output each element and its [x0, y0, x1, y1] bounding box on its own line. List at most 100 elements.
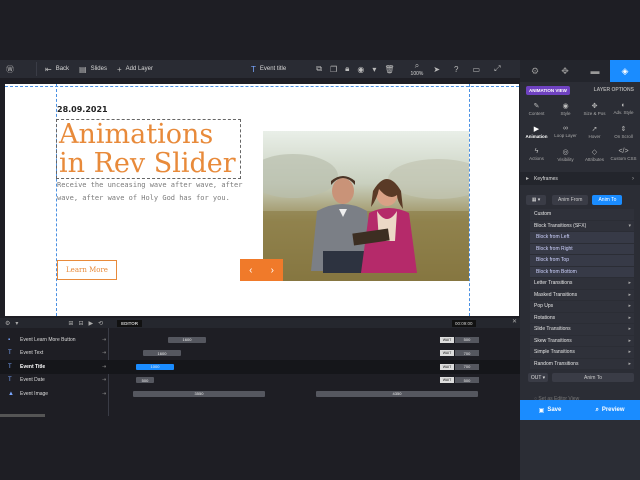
desktop-view-icon[interactable]: ▭ [473, 65, 485, 74]
list-item[interactable]: Custom [530, 209, 634, 221]
timeline-row[interactable]: T Event Date ⇥ 500 WAIT 500 [0, 374, 520, 388]
collapse-icon[interactable]: ⇥ [102, 391, 106, 397]
out-bar[interactable]: 500 [455, 336, 479, 343]
event-title-layer[interactable]: Animations in Rev Slider [56, 119, 241, 179]
tab-slider-settings[interactable]: ⚙ [520, 60, 550, 82]
option-hover[interactable]: ➚ Hover [580, 125, 609, 145]
anim-to-button[interactable]: Anim To [592, 195, 623, 205]
list-item[interactable]: Masked Transitions ▸ [530, 289, 634, 301]
timeline-bar[interactable]: 1600 [143, 350, 181, 357]
keyframes-bar[interactable]: ▸ Keyframes › [520, 172, 640, 185]
out-bar[interactable]: 500 [455, 377, 479, 384]
option-animation[interactable]: ▶ Animation [522, 125, 551, 145]
list-item[interactable]: Simple Transitions ▸ [530, 347, 634, 359]
option-label: Style [560, 111, 571, 116]
slides-button[interactable]: ▤ Slides [79, 65, 107, 74]
add-layer-button[interactable]: + Add Layer [117, 65, 153, 74]
event-date-layer[interactable]: 28.09.2021 [57, 105, 108, 114]
anim-from-button[interactable]: Anim From [552, 195, 589, 205]
out-bar[interactable]: 700 [455, 350, 479, 357]
option-size-pos[interactable]: ✥ Size & Pos [580, 102, 609, 122]
wait-marker[interactable]: WAIT [440, 377, 454, 384]
list-item[interactable]: Block Transitions (SFX) ▾ [530, 220, 634, 232]
timeline-row[interactable]: T Event Text ⇥ 1600 WAIT 700 [0, 347, 520, 361]
event-text-layer[interactable]: Receive the unceasing wave after wave, a… [57, 179, 247, 204]
option-on-scroll[interactable]: ⇕ On Scroll [609, 125, 638, 145]
list-item[interactable]: Pop Ups ▸ [530, 301, 634, 313]
out-bar[interactable]: 700 [455, 363, 479, 370]
frame-select[interactable]: ▦ ▾ [526, 195, 546, 205]
timeline-row[interactable]: T Event Title ⇥ 1000 WAIT 700 [0, 360, 520, 374]
visibility-icon[interactable]: ◉ [357, 65, 368, 74]
timeline-row[interactable]: ▲ Event Image ⇥ 3550 4350 [0, 387, 520, 401]
prev-arrow-icon[interactable]: ‹ [240, 259, 262, 281]
collapse-icon[interactable]: ⇥ [102, 377, 106, 383]
lock-icon[interactable]: 🔒︎ [345, 64, 353, 74]
list-item[interactable]: Letter Transitions ▸ [530, 278, 634, 290]
settings-icon[interactable]: ⚙ [5, 320, 10, 327]
editor-chip[interactable]: EDITOR [117, 319, 143, 327]
wait-marker[interactable]: WAIT [440, 336, 454, 343]
pointer-icon[interactable]: ➤ [433, 65, 444, 74]
preview-button[interactable]: ⌕ Preview [580, 400, 640, 420]
list-item[interactable]: Slide Transitions ▸ [530, 324, 634, 336]
timeline-scrollbar[interactable] [0, 414, 45, 417]
list-item[interactable]: Block from Left [530, 232, 634, 244]
option-visibility[interactable]: ◎ Visibility [551, 148, 580, 168]
option-style[interactable]: ◉ Style [551, 102, 580, 122]
copy-icon[interactable]: ⧉ [316, 64, 326, 74]
back-button[interactable]: ⇤ Back [45, 65, 69, 74]
slide-canvas[interactable]: 28.09.2021 Animations in Rev Slider Rece… [5, 84, 519, 316]
collapse-icon[interactable]: ⇥ [102, 364, 106, 370]
list-item[interactable]: Skew Transitions ▸ [530, 335, 634, 347]
list-item[interactable]: Block from Right [530, 243, 634, 255]
wait-marker[interactable]: WAIT [440, 350, 454, 357]
loop-icon[interactable]: ⟲ [98, 320, 103, 327]
collapse-icon[interactable]: ⇥ [102, 337, 106, 343]
out-anim-to-button[interactable]: Anim To [552, 373, 634, 382]
layer-options-title: LAYER OPTIONS [593, 87, 634, 93]
list-item[interactable]: Block from Top [530, 255, 634, 267]
option-loop-layer[interactable]: ∞ Loop Layer [551, 125, 580, 145]
timeline-bar[interactable]: 3550 [133, 390, 265, 397]
grid-icon[interactable]: ⊞ [68, 320, 73, 327]
pencil-icon: ✎ [533, 103, 540, 110]
zoom-control[interactable]: ⌕ 100% [411, 61, 424, 77]
option-actions[interactable]: ϟ Actions [522, 148, 551, 168]
timeline-bar[interactable]: 1600 [168, 336, 206, 343]
close-timeline-icon[interactable]: ✕ [512, 318, 517, 325]
save-button[interactable]: ▣ Save [520, 400, 580, 420]
help-icon[interactable]: ? [454, 65, 462, 74]
timeline-bar[interactable]: 4350 [316, 390, 478, 397]
align-icon[interactable]: ▾ [372, 65, 380, 74]
delete-icon[interactable]: 🗑︎ [384, 65, 398, 74]
fullscreen-icon[interactable]: ⤢ [494, 64, 504, 74]
timeline-row[interactable]: ▪ Event Learn More Button ⇥ 1600 WAIT 500 [0, 333, 520, 347]
wait-marker[interactable]: WAIT [440, 363, 454, 370]
option-attributes[interactable]: ◇ Attributes [580, 148, 609, 168]
tab-navigation[interactable]: ✥ [550, 60, 580, 82]
expand-icon[interactable]: ⊟ [78, 320, 83, 327]
out-frame-select[interactable]: OUT ▾ [528, 373, 548, 382]
option-content[interactable]: ✎ Content [522, 102, 551, 122]
duplicate-icon[interactable]: ❐ [330, 65, 341, 74]
timeline-bar[interactable]: 1000 [136, 363, 174, 370]
layer-name-selector[interactable]: T Event title [251, 65, 286, 74]
collapse-icon[interactable]: ⇥ [102, 350, 106, 356]
timeline-row-label: Event Image [20, 390, 49, 397]
play-icon[interactable]: ▶ [88, 320, 93, 327]
list-item[interactable]: Random Transitions ▸ [530, 358, 634, 370]
list-item[interactable]: Rotations ▸ [530, 312, 634, 324]
list-item[interactable]: Block from Bottom [530, 266, 634, 278]
dropdown-icon[interactable]: ▾ [15, 320, 18, 327]
wordpress-icon[interactable]: Ⓦ [6, 64, 18, 75]
tab-slide-options[interactable]: ▬ [580, 60, 610, 82]
tab-layer-options[interactable]: ◈ [610, 60, 640, 82]
event-image-layer[interactable] [263, 131, 469, 281]
next-arrow-icon[interactable]: › [262, 259, 284, 281]
option-adv-style[interactable]: ◐ Adv. Style [609, 102, 638, 122]
option-custom-css[interactable]: </> Custom CSS [609, 148, 638, 168]
timeline-bar[interactable]: 500 [136, 377, 154, 384]
animation-view-badge[interactable]: ANIMATION VIEW [526, 85, 570, 95]
learn-more-button[interactable]: Learn More [57, 260, 117, 280]
